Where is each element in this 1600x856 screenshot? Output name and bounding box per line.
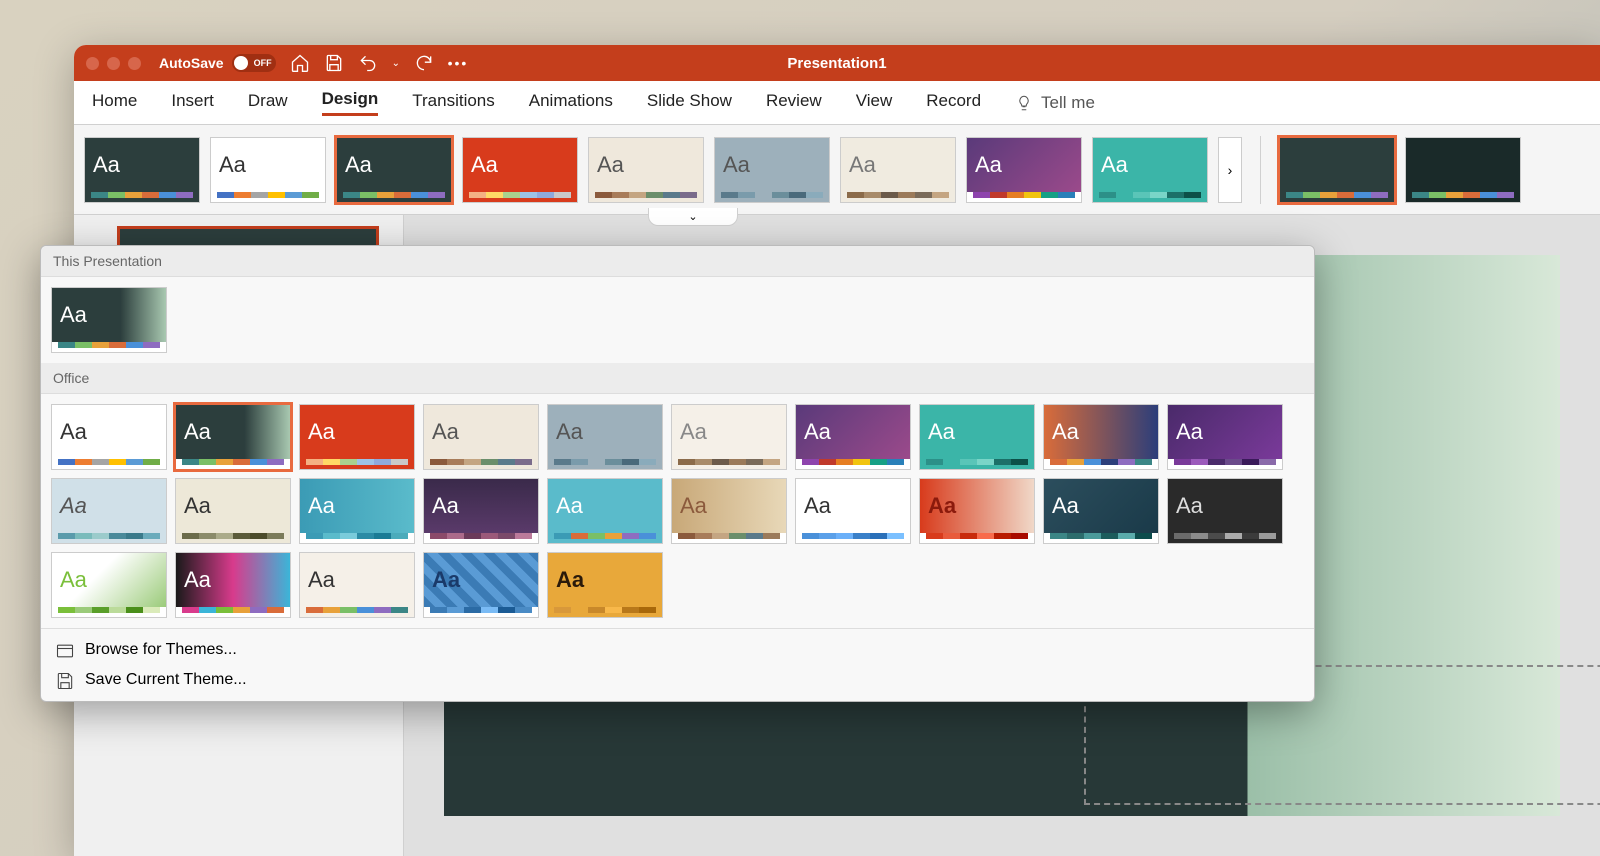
autosave-label: AutoSave: [159, 55, 224, 71]
tab-home[interactable]: Home: [92, 91, 137, 115]
theme-tile[interactable]: Aa: [175, 404, 291, 470]
tab-insert[interactable]: Insert: [171, 91, 214, 115]
theme-tile[interactable]: Aa: [1167, 478, 1283, 544]
window-controls: [86, 57, 141, 70]
theme-tile[interactable]: Aa: [336, 137, 452, 203]
tell-me[interactable]: Tell me: [1015, 93, 1095, 113]
theme-tile[interactable]: Aa: [84, 137, 200, 203]
browse-themes-button[interactable]: Browse for Themes...: [41, 635, 1314, 665]
tab-transitions[interactable]: Transitions: [412, 91, 495, 115]
theme-tile[interactable]: Aa: [1092, 137, 1208, 203]
tab-record[interactable]: Record: [926, 91, 981, 115]
theme-tile[interactable]: Aa: [51, 478, 167, 544]
lightbulb-icon: [1015, 94, 1033, 112]
tab-animations[interactable]: Animations: [529, 91, 613, 115]
browse-icon: [55, 641, 75, 659]
theme-tile[interactable]: Aa: [423, 552, 539, 618]
theme-tile[interactable]: Aa: [547, 478, 663, 544]
theme-tile[interactable]: Aa: [588, 137, 704, 203]
tab-draw[interactable]: Draw: [248, 91, 288, 115]
more-icon[interactable]: •••: [448, 53, 468, 73]
theme-tile[interactable]: Aa: [919, 478, 1035, 544]
variants-strip: [1279, 137, 1521, 203]
theme-tile[interactable]: Aa: [462, 137, 578, 203]
more-themes-button[interactable]: ›: [1218, 137, 1242, 203]
autosave-toggle[interactable]: OFF: [232, 54, 276, 72]
browse-themes-label: Browse for Themes...: [85, 641, 237, 659]
theme-tile[interactable]: Aa: [51, 287, 167, 353]
theme-tile[interactable]: Aa: [175, 552, 291, 618]
theme-tile[interactable]: Aa: [671, 478, 787, 544]
gallery-grid-office: AaAaAaAaAaAaAaAaAaAaAaAaAaAaAaAaAaAaAaAa…: [41, 394, 1314, 628]
tab-slide-show[interactable]: Slide Show: [647, 91, 732, 115]
theme-tile[interactable]: [1279, 137, 1395, 203]
document-title: Presentation1: [787, 55, 886, 72]
save-theme-label: Save Current Theme...: [85, 671, 247, 689]
theme-tile[interactable]: Aa: [175, 478, 291, 544]
theme-tile[interactable]: Aa: [919, 404, 1035, 470]
theme-tile[interactable]: Aa: [423, 404, 539, 470]
theme-tile[interactable]: Aa: [299, 478, 415, 544]
gallery-footer: Browse for Themes... Save Current Theme.…: [41, 628, 1314, 701]
theme-tile[interactable]: Aa: [51, 552, 167, 618]
theme-tile[interactable]: Aa: [210, 137, 326, 203]
theme-tile[interactable]: Aa: [1043, 404, 1159, 470]
zoom-button[interactable]: [128, 57, 141, 70]
quick-access-toolbar: ⌄ •••: [290, 53, 468, 73]
save-theme-icon: [55, 671, 75, 689]
theme-tile[interactable]: Aa: [1167, 404, 1283, 470]
theme-tile[interactable]: Aa: [966, 137, 1082, 203]
tab-review[interactable]: Review: [766, 91, 822, 115]
title-bar: AutoSave OFF ⌄ ••• Presentation1: [74, 45, 1600, 81]
tab-design[interactable]: Design: [322, 89, 379, 116]
theme-tile[interactable]: Aa: [714, 137, 830, 203]
theme-tile[interactable]: Aa: [1043, 478, 1159, 544]
design-ribbon: AaAaAaAaAaAaAaAaAa › ⌄: [74, 125, 1600, 215]
redo-icon[interactable]: [414, 53, 434, 73]
theme-tile[interactable]: Aa: [299, 404, 415, 470]
theme-tile[interactable]: Aa: [795, 404, 911, 470]
separator: [1260, 136, 1261, 204]
gallery-grid-this: Aa: [41, 277, 1314, 363]
gallery-section-office: Office: [41, 363, 1314, 394]
theme-tile[interactable]: Aa: [547, 404, 663, 470]
minimize-button[interactable]: [107, 57, 120, 70]
tab-view[interactable]: View: [856, 91, 893, 115]
save-icon[interactable]: [324, 53, 344, 73]
save-theme-button[interactable]: Save Current Theme...: [41, 665, 1314, 695]
expand-gallery-button[interactable]: ⌄: [648, 208, 738, 226]
undo-icon[interactable]: [358, 53, 378, 73]
themes-gallery-strip: AaAaAaAaAaAaAaAaAa: [84, 137, 1208, 203]
home-icon[interactable]: [290, 53, 310, 73]
ribbon-tabs: Home Insert Draw Design Transitions Animation…: [74, 81, 1600, 125]
theme-tile[interactable]: Aa: [547, 552, 663, 618]
theme-tile[interactable]: Aa: [671, 404, 787, 470]
close-button[interactable]: [86, 57, 99, 70]
theme-tile[interactable]: Aa: [840, 137, 956, 203]
theme-tile[interactable]: [1405, 137, 1521, 203]
theme-tile[interactable]: Aa: [51, 404, 167, 470]
theme-tile[interactable]: Aa: [795, 478, 911, 544]
theme-tile[interactable]: Aa: [423, 478, 539, 544]
gallery-section-this-presentation: This Presentation: [41, 246, 1314, 277]
theme-tile[interactable]: Aa: [299, 552, 415, 618]
undo-dropdown-icon[interactable]: ⌄: [392, 58, 400, 69]
themes-gallery-dropdown: This Presentation Aa Office AaAaAaAaAaAa…: [40, 245, 1315, 702]
